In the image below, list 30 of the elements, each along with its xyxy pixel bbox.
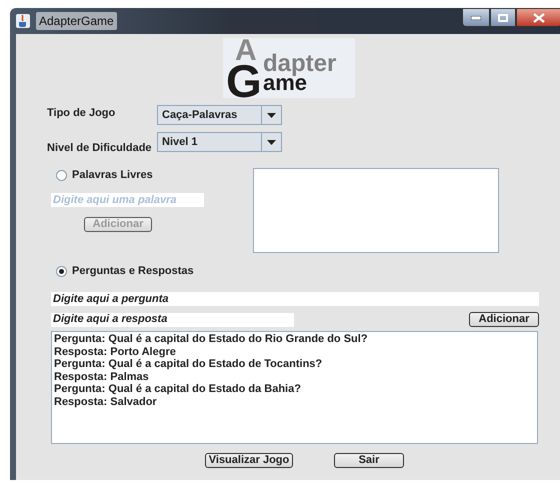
maximize-icon bbox=[498, 14, 508, 22]
question-input[interactable]: Digite aqui a pergunta bbox=[51, 292, 539, 306]
list-line: Resposta: Palmas bbox=[53, 370, 150, 384]
exit-button[interactable]: Sair bbox=[334, 453, 404, 468]
field-label: Nivel de Dificuldade bbox=[47, 140, 153, 156]
maximize-button[interactable] bbox=[490, 8, 516, 27]
dropdown[interactable]: Caça-Palavras bbox=[157, 105, 282, 125]
dropdown-arrow-icon bbox=[267, 112, 276, 118]
option-label: Perguntas e Respostas bbox=[72, 264, 194, 279]
radio-button[interactable] bbox=[56, 170, 67, 180]
add-button[interactable]: Adicionar bbox=[469, 312, 539, 327]
close-button[interactable] bbox=[516, 8, 560, 27]
field-label: Tipo de Jogo bbox=[47, 106, 116, 121]
list-line: Resposta: Porto Alegre bbox=[53, 346, 177, 358]
list-line: Pergunta: Qual é a capital do Estado do Rio Grande do Sul? bbox=[53, 333, 369, 346]
java-cup-icon bbox=[16, 14, 30, 28]
option-label: Palavras Livres bbox=[72, 168, 153, 183]
word-input[interactable]: Digite aqui uma palavra bbox=[51, 193, 204, 207]
list-line: Resposta: Salvador bbox=[53, 396, 158, 409]
minimize-icon bbox=[471, 16, 481, 20]
view-game-button[interactable]: Visualizar Jogo bbox=[205, 453, 293, 468]
dropdown-arrow-icon bbox=[267, 140, 276, 144]
list-line: Pergunta: Qual é a capital do Estado de Tocantins? bbox=[53, 358, 324, 371]
minimize-button[interactable] bbox=[462, 8, 490, 27]
dropdown[interactable]: Nivel 1 bbox=[157, 132, 282, 152]
answer-input[interactable]: Digite aqui a resposta bbox=[51, 312, 294, 326]
radio-button[interactable] bbox=[56, 266, 67, 276]
close-icon bbox=[533, 12, 545, 22]
window-title: AdapterGame bbox=[36, 12, 117, 30]
list-line: Pergunta: Qual é a capital do Estado da Bahia? bbox=[53, 383, 302, 396]
